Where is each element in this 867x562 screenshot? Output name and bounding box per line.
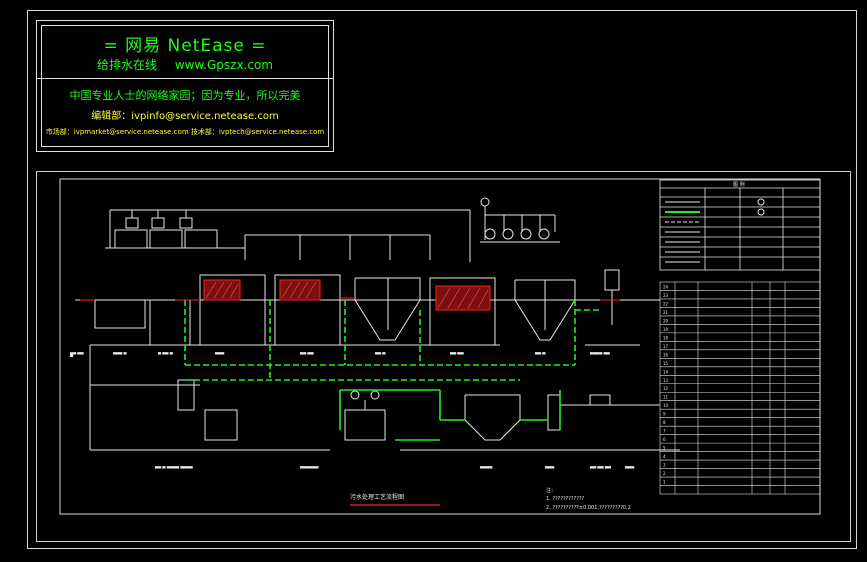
svg-text:█▀ ▀▀: █▀ ▀▀: [69, 352, 85, 357]
equipment-row-number: 9: [663, 412, 666, 417]
legend-symbols: [665, 198, 765, 263]
notes-header: 注：: [546, 487, 556, 494]
note-2: 2. ??????????±0.001,?????????0.2: [546, 505, 631, 511]
equipment-row-number: 21: [663, 310, 669, 315]
equipment-table: [659, 281, 821, 495]
equipment-row-number: 18: [663, 335, 669, 340]
svg-text:▀▀ ▀: ▀▀ ▀: [374, 352, 386, 357]
process-white-lines: [75, 197, 680, 451]
svg-text:▀▀▀▀▀▀: ▀▀▀▀▀▀: [299, 466, 319, 471]
process-flow-drawing[interactable]: █▀ ▀▀ ▀▀▀ ▀ ▀ ▀▀ ▀ ▀▀▀ ▀▀ ▀▀ ▀▀ ▀ ▀▀ ▀▀ …: [0, 0, 867, 562]
equipment-row-number: 11: [663, 395, 669, 400]
equipment-row-number: 10: [663, 403, 669, 408]
green-sludge-lines: [339, 389, 561, 441]
legend-table: [659, 179, 821, 271]
equipment-row-number: 17: [663, 344, 669, 349]
svg-text:▀▀ ▀: ▀▀ ▀: [534, 352, 546, 357]
equipment-row-number: 1: [663, 480, 666, 485]
equipment-row-number: 12: [663, 386, 669, 391]
legend-title: 图 例: [733, 181, 745, 188]
svg-text:▀▀▀▀ ▀▀: ▀▀▀▀ ▀▀: [589, 352, 611, 357]
process-unit-labels: █▀ ▀▀ ▀▀▀ ▀ ▀ ▀▀ ▀ ▀▀▀ ▀▀ ▀▀ ▀▀ ▀ ▀▀ ▀▀ …: [69, 352, 635, 471]
svg-text:▀▀▀ ▀: ▀▀▀ ▀: [112, 352, 128, 357]
equipment-row-number: 23: [663, 293, 669, 298]
equipment-row-number: 16: [663, 352, 669, 357]
svg-text:▀▀ ▀▀ ▀▀: ▀▀ ▀▀ ▀▀: [589, 466, 612, 471]
equipment-table-text: 242322212019181716151413121110987654321: [663, 284, 669, 484]
svg-text:▀▀▀: ▀▀▀: [214, 352, 225, 357]
equipment-row-number: 13: [663, 378, 669, 383]
equipment-row-number: 15: [663, 361, 669, 366]
equipment-row-number: 22: [663, 301, 669, 306]
equipment-row-number: 19: [663, 327, 669, 332]
equipment-row-number: 20: [663, 318, 669, 323]
equipment-row-number: 6: [663, 437, 666, 442]
svg-text:▀▀▀: ▀▀▀: [544, 466, 555, 471]
drawing-title: 污水处理工艺流程图: [350, 493, 404, 501]
svg-text:▀ ▀▀ ▀: ▀ ▀▀ ▀: [157, 352, 174, 357]
equipment-row-number: 3: [663, 463, 666, 468]
svg-text:▀▀ ▀▀: ▀▀ ▀▀: [299, 352, 315, 357]
note-1: 1. ????????????: [546, 496, 585, 502]
equipment-row-number: 14: [663, 369, 669, 374]
equipment-row-number: 24: [663, 284, 669, 289]
drawing-inner-frame: [59, 178, 821, 515]
equipment-row-number: 2: [663, 471, 666, 476]
equipment-row-number: 8: [663, 420, 666, 425]
svg-text:▀▀▀: ▀▀▀: [624, 466, 635, 471]
aeration-hatching: [80, 279, 620, 311]
equipment-row-number: 4: [663, 454, 666, 459]
svg-text:▀▀▀▀: ▀▀▀▀: [479, 466, 493, 471]
svg-text:▀▀ ▀ ▀▀▀▀ ▀▀▀▀: ▀▀ ▀ ▀▀▀▀ ▀▀▀▀: [154, 466, 194, 471]
svg-text:▀▀ ▀▀: ▀▀ ▀▀: [449, 352, 465, 357]
equipment-row-number: 7: [663, 429, 666, 434]
